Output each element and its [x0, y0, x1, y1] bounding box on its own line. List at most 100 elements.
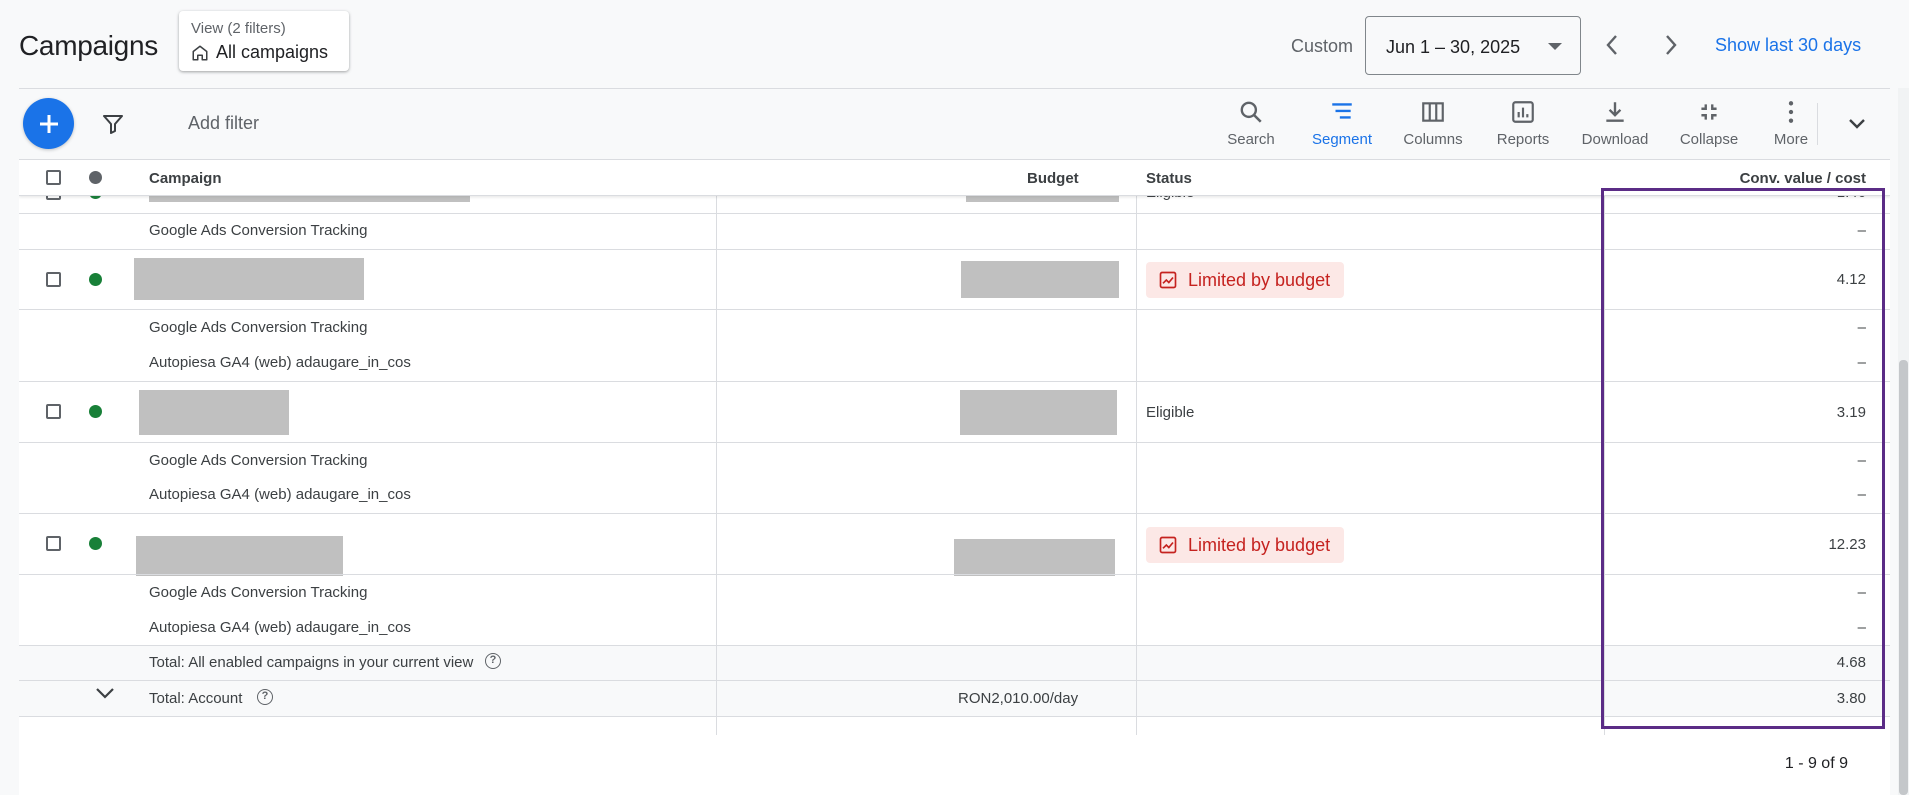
conv-value-cost-cell: – [1857, 354, 1866, 371]
view-filter-count: View (2 filters) [191, 20, 286, 37]
chevron-down-icon [96, 688, 114, 699]
column-header-status[interactable]: Status [1146, 170, 1192, 187]
conv-value-cost-cell: – [1857, 452, 1866, 469]
status-column-dot[interactable] [89, 171, 102, 184]
column-header-budget[interactable]: Budget [1027, 170, 1079, 187]
columns-tool-button[interactable]: Columns [1388, 99, 1478, 148]
conv-value-cost-cell: – [1857, 584, 1866, 601]
conversion-action-name: Google Ads Conversion Tracking [149, 222, 368, 239]
help-icon[interactable]: ? [485, 653, 501, 669]
add-campaign-button[interactable] [23, 98, 74, 149]
date-range-select[interactable]: Jun 1 – 30, 2025 [1365, 16, 1581, 75]
enabled-status-dot [89, 537, 102, 550]
view-name: All campaigns [191, 42, 328, 63]
enabled-status-dot [89, 405, 102, 418]
row-checkbox[interactable] [46, 272, 61, 287]
filter-icon [103, 115, 123, 134]
app: Campaigns View (2 filters) All campaigns… [0, 0, 1909, 795]
columns-tool-label: Columns [1403, 131, 1463, 148]
chip-label: Limited by budget [1188, 534, 1331, 555]
collapse-tool-label: Collapse [1679, 131, 1739, 148]
download-tool-label: Download [1581, 131, 1649, 148]
redacted-budget [961, 261, 1119, 298]
plus-icon [39, 114, 58, 133]
segment-tool-button[interactable]: Segment [1297, 99, 1387, 148]
more-tool-label: More [1773, 131, 1809, 148]
conversion-action-name: Autopiesa GA4 (web) adaugare_in_cos [149, 486, 411, 503]
download-icon [1606, 102, 1624, 122]
table-header: Campaign Budget Status Conv. value / cos… [19, 160, 1890, 196]
conv-value-cost-cell: – [1857, 222, 1866, 239]
conv-value-cost-cell: – [1857, 319, 1866, 336]
column-header-campaign[interactable]: Campaign [149, 170, 222, 187]
column-divider [1604, 160, 1605, 735]
pagination-summary: 1 - 9 of 9 [1784, 755, 1848, 772]
enabled-status-dot [89, 273, 102, 286]
segment-tool-label: Segment [1311, 131, 1373, 148]
download-tool-button[interactable]: Download [1570, 99, 1660, 148]
redacted-campaign-name [139, 390, 289, 435]
row-divider [19, 381, 1890, 382]
expand-totals-button[interactable] [94, 682, 116, 709]
segment-icon [1332, 103, 1352, 119]
select-all-checkbox[interactable] [46, 170, 61, 185]
expand-toolbar-button[interactable] [1846, 113, 1868, 140]
conv-value-cost-cell: 3.19 [1836, 404, 1866, 421]
conversion-action-name: Google Ads Conversion Tracking [149, 452, 368, 469]
status-text: Eligible [1146, 404, 1195, 421]
trending-chart-icon [1159, 536, 1177, 554]
date-range-value: Jun 1 – 30, 2025 [1386, 37, 1521, 57]
conv-value-cost-cell: 4.12 [1836, 271, 1866, 288]
conv-value-cost-cell: – [1857, 619, 1866, 636]
next-period-button[interactable] [1656, 30, 1686, 60]
column-divider [716, 160, 717, 735]
conv-value-cost-cell: – [1857, 486, 1866, 503]
date-preset-label: Custom [1291, 36, 1354, 56]
columns-icon [1422, 102, 1444, 122]
campaigns-table: Campaign Budget Status Conv. value / cos… [19, 160, 1890, 735]
search-icon [1240, 101, 1262, 123]
reports-tool-label: Reports [1496, 131, 1550, 148]
more-tool-button[interactable]: More [1746, 99, 1836, 148]
table-toolbar: Add filter Search Segment Columns Report… [19, 89, 1890, 160]
scrollbar-thumb[interactable] [1899, 360, 1908, 795]
add-filter-button[interactable]: Add filter [188, 113, 259, 134]
total-enabled-label: Total: All enabled campaigns in your cur… [149, 654, 474, 671]
row-divider [19, 442, 1890, 443]
chevron-left-icon [1606, 35, 1617, 55]
row-divider [19, 645, 1890, 646]
chip-label: Limited by budget [1188, 269, 1331, 290]
view-selector[interactable]: View (2 filters) All campaigns [179, 11, 349, 71]
column-header-conv-value-cost[interactable]: Conv. value / cost [1740, 170, 1866, 187]
more-vert-icon [1788, 101, 1794, 123]
limited-by-budget-chip[interactable]: Limited by budget [1146, 527, 1345, 563]
conv-value-cost-cell: 3.80 [1836, 690, 1866, 707]
total-account-label: Total: Account [149, 690, 243, 707]
previous-period-button[interactable] [1597, 30, 1627, 60]
show-last-30-days-link[interactable]: Show last 30 days [1715, 35, 1861, 56]
row-divider [19, 513, 1890, 514]
limited-by-budget-chip[interactable]: Limited by budget [1146, 262, 1345, 298]
row-divider [19, 309, 1890, 310]
row-checkbox[interactable] [46, 404, 61, 419]
reports-tool-button[interactable]: Reports [1478, 99, 1568, 148]
reports-icon [1512, 101, 1534, 123]
row-checkbox[interactable] [46, 536, 61, 551]
search-tool-button[interactable]: Search [1206, 99, 1296, 148]
help-icon[interactable]: ? [257, 689, 273, 705]
home-icon [192, 45, 208, 60]
redacted-budget [954, 539, 1115, 576]
account-budget-value: RON2,010.00/day [958, 690, 1079, 707]
collapse-icon [1701, 104, 1717, 120]
collapse-tool-button[interactable]: Collapse [1664, 99, 1754, 148]
chevron-right-icon [1666, 35, 1677, 55]
caret-down-icon [1548, 43, 1562, 50]
conversion-action-name: Google Ads Conversion Tracking [149, 319, 368, 336]
row-divider [19, 716, 1890, 717]
conversion-action-name: Autopiesa GA4 (web) adaugare_in_cos [149, 619, 411, 636]
row-divider [19, 574, 1890, 575]
filter-button[interactable] [101, 112, 125, 141]
conversion-action-name: Google Ads Conversion Tracking [149, 584, 368, 601]
row-divider [19, 249, 1890, 250]
conv-value-cost-cell: 12.23 [1828, 536, 1866, 553]
